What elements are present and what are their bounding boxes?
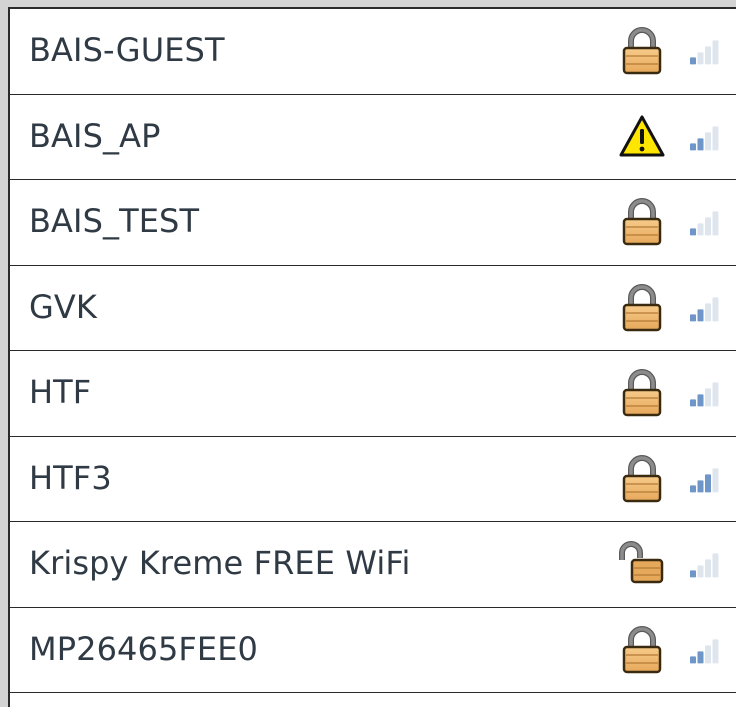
signal-strength-icon: [690, 553, 719, 578]
wifi-network-list: BAIS-GUEST BAIS_AP BAIS_TEST GVK HTF HTF…: [8, 7, 736, 707]
network-row[interactable]: BAIS_AP: [10, 95, 736, 180]
network-row[interactable]: HTF: [10, 351, 736, 437]
signal-strength-icon: [690, 211, 719, 236]
padlock-closed-icon: [622, 454, 662, 502]
padlock-closed-icon: [622, 283, 662, 331]
network-ssid: HTF3: [29, 458, 112, 497]
network-row[interactable]: BAIS-GUEST: [10, 9, 736, 95]
signal-strength-icon: [690, 468, 719, 493]
network-row[interactable]: BAIS_TEST: [10, 180, 736, 266]
network-ssid: Krispy Kreme FREE WiFi: [29, 544, 411, 583]
network-ssid: BAIS-GUEST: [29, 31, 225, 70]
network-ssid: MP26465FEE0: [29, 629, 259, 668]
signal-strength-icon: [690, 382, 719, 407]
network-row[interactable]: HTF3: [10, 437, 736, 522]
signal-strength-icon: [690, 639, 719, 664]
padlock-closed-icon: [622, 27, 662, 75]
network-ssid: HTF: [29, 373, 92, 412]
padlock-closed-icon: [622, 198, 662, 246]
network-row[interactable]: MP26465FEE0: [10, 608, 736, 693]
network-ssid: BAIS_AP: [29, 116, 161, 155]
network-ssid: BAIS_TEST: [29, 202, 200, 241]
warning-triangle-icon: [619, 115, 665, 157]
padlock-open-icon: [619, 541, 664, 584]
signal-strength-icon: [690, 297, 719, 322]
network-row[interactable]: Krispy Kreme FREE WiFi: [10, 522, 736, 608]
padlock-closed-icon: [622, 369, 662, 417]
padlock-closed-icon: [622, 625, 662, 673]
signal-strength-icon: [690, 40, 719, 65]
signal-strength-icon: [690, 126, 719, 151]
network-ssid: GVK: [29, 287, 97, 326]
network-row[interactable]: GVK: [10, 266, 736, 351]
